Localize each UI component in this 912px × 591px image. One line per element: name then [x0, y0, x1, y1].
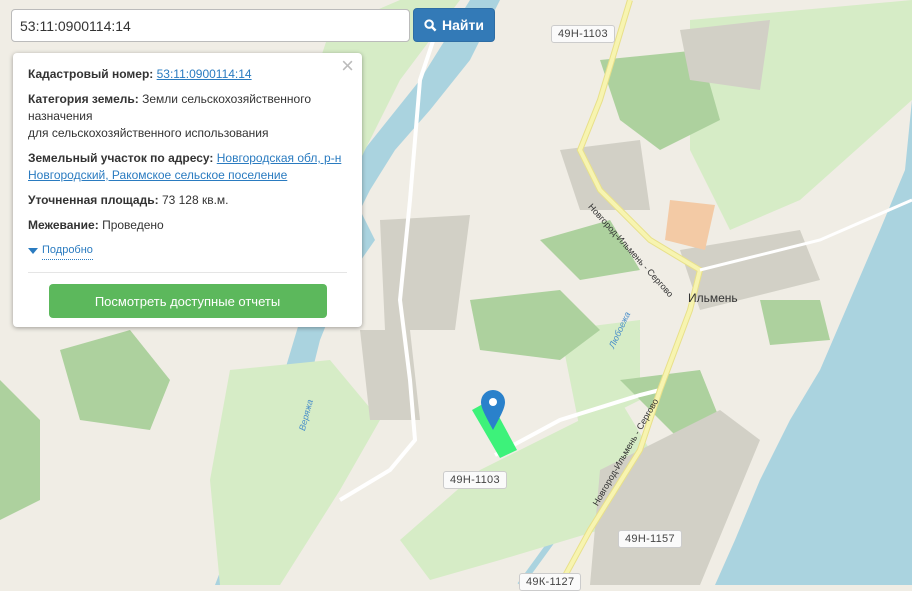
- cadastral-link[interactable]: 53:11:0900114:14: [157, 67, 252, 81]
- survey-value: Проведено: [102, 218, 164, 232]
- category-label: Категория земель:: [28, 92, 139, 106]
- road-shield: 49Н-1103: [551, 25, 615, 43]
- view-reports-button[interactable]: Посмотреть доступные отчеты: [48, 284, 327, 318]
- find-button-label: Найти: [442, 17, 484, 33]
- place-label: Ильмень: [688, 291, 738, 305]
- find-button[interactable]: Найти: [413, 8, 495, 42]
- more-details-toggle[interactable]: Подробно: [28, 242, 347, 260]
- cadastral-search-input[interactable]: [11, 9, 410, 42]
- more-details-label: Подробно: [42, 242, 93, 260]
- address-label: Земельный участок по адресу:: [28, 151, 214, 165]
- road-shield: 49Н-1157: [618, 530, 682, 548]
- parcel-info-popup: × Кадастровый номер: 53:11:0900114:14 Ка…: [13, 53, 362, 327]
- cadastral-label: Кадастровый номер:: [28, 67, 154, 81]
- divider: [28, 272, 347, 273]
- close-icon[interactable]: ×: [341, 55, 354, 77]
- area-value: 73 128 кв.м.: [161, 193, 229, 207]
- search-icon: [424, 18, 437, 31]
- survey-label: Межевание:: [28, 218, 99, 232]
- road-shield: 49К-1127: [519, 573, 582, 591]
- caret-down-icon: [28, 248, 38, 254]
- road-shield: 49Н-1103: [443, 471, 507, 489]
- area-label: Уточненная площадь:: [28, 193, 159, 207]
- category-value-2: для сельскохозяйственного использования: [28, 126, 269, 140]
